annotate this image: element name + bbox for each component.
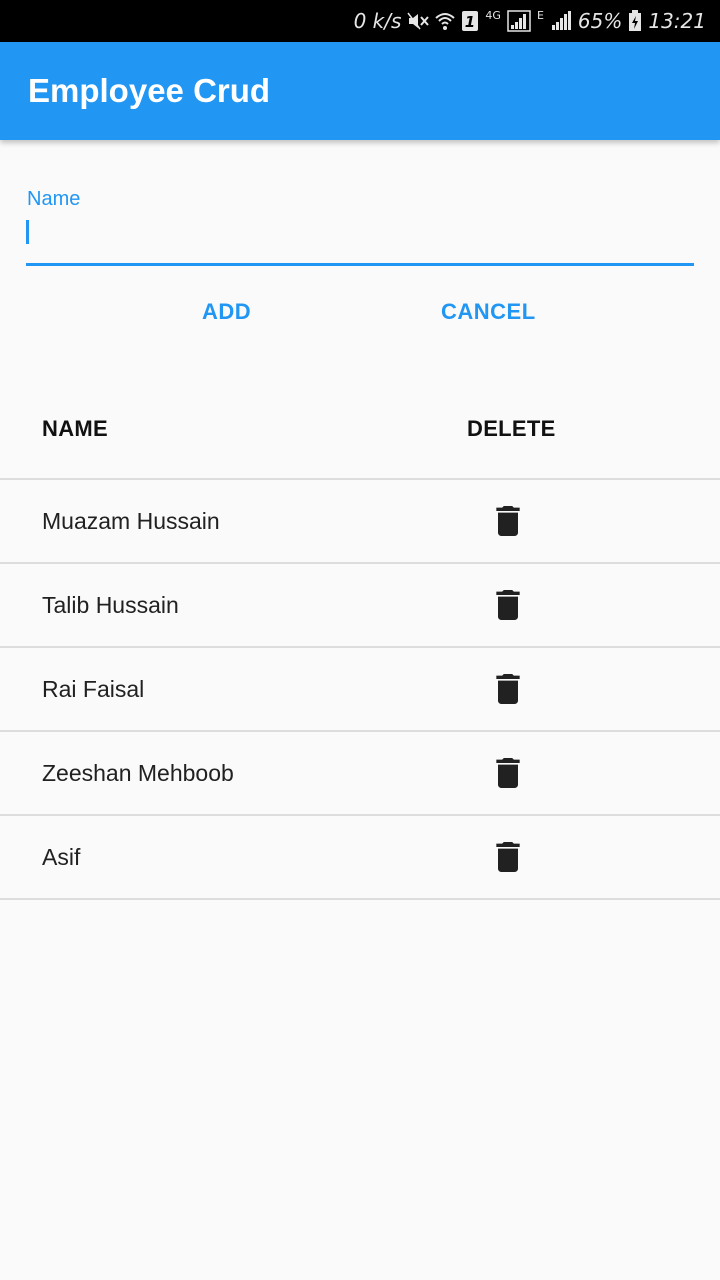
add-button[interactable]: ADD <box>182 290 271 334</box>
employee-table: NAME DELETE Muazam Hussain Talib Hussain… <box>0 380 720 900</box>
trash-icon <box>496 674 520 704</box>
app-bar: Employee Crud <box>0 42 720 140</box>
table-row: Zeeshan Mehboob <box>0 732 720 816</box>
delete-button[interactable] <box>488 837 528 877</box>
trash-icon <box>496 590 520 620</box>
trash-icon <box>496 758 520 788</box>
battery-percent: 65% <box>577 9 623 33</box>
employee-name: Muazam Hussain <box>42 508 220 534</box>
network-speed: 0 k/s <box>353 9 402 33</box>
network-type-4g: 4G <box>485 9 501 22</box>
trash-icon <box>496 506 520 536</box>
battery-charging-icon <box>628 10 642 32</box>
signal-icon <box>550 11 572 31</box>
text-cursor <box>26 220 29 244</box>
column-header-delete: DELETE <box>467 416 556 441</box>
employee-name: Talib Hussain <box>42 592 179 618</box>
status-icons: 0 k/s 1 4G E 65% 13:21 <box>354 0 706 42</box>
name-field-label: Name <box>27 188 81 210</box>
table-row: Rai Faisal <box>0 648 720 732</box>
status-bar: 0 k/s 1 4G E 65% 13:21 <box>0 0 720 42</box>
cancel-button[interactable]: CANCEL <box>421 290 556 334</box>
table-row: Asif <box>0 816 720 900</box>
employee-name: Asif <box>42 844 81 870</box>
table-row: Muazam Hussain <box>0 480 720 564</box>
wifi-icon <box>435 11 456 31</box>
delete-button[interactable] <box>488 669 528 709</box>
mute-icon <box>407 11 430 31</box>
network-type-e: E <box>536 9 544 22</box>
table-header: NAME DELETE <box>0 380 720 480</box>
delete-button[interactable] <box>488 753 528 793</box>
sim-icon: 1 <box>461 10 479 32</box>
trash-icon <box>496 842 520 872</box>
delete-button[interactable] <box>488 501 528 541</box>
employee-name: Rai Faisal <box>42 676 145 702</box>
column-header-name: NAME <box>42 416 108 441</box>
employee-name: Zeeshan Mehboob <box>42 760 234 786</box>
signal-icon <box>507 10 531 32</box>
sim-slot-number: 1 <box>465 13 475 31</box>
name-field[interactable] <box>26 218 694 266</box>
delete-button[interactable] <box>488 585 528 625</box>
clock: 13:21 <box>648 9 706 33</box>
app-title: Employee Crud <box>28 72 271 109</box>
table-row: Talib Hussain <box>0 564 720 648</box>
